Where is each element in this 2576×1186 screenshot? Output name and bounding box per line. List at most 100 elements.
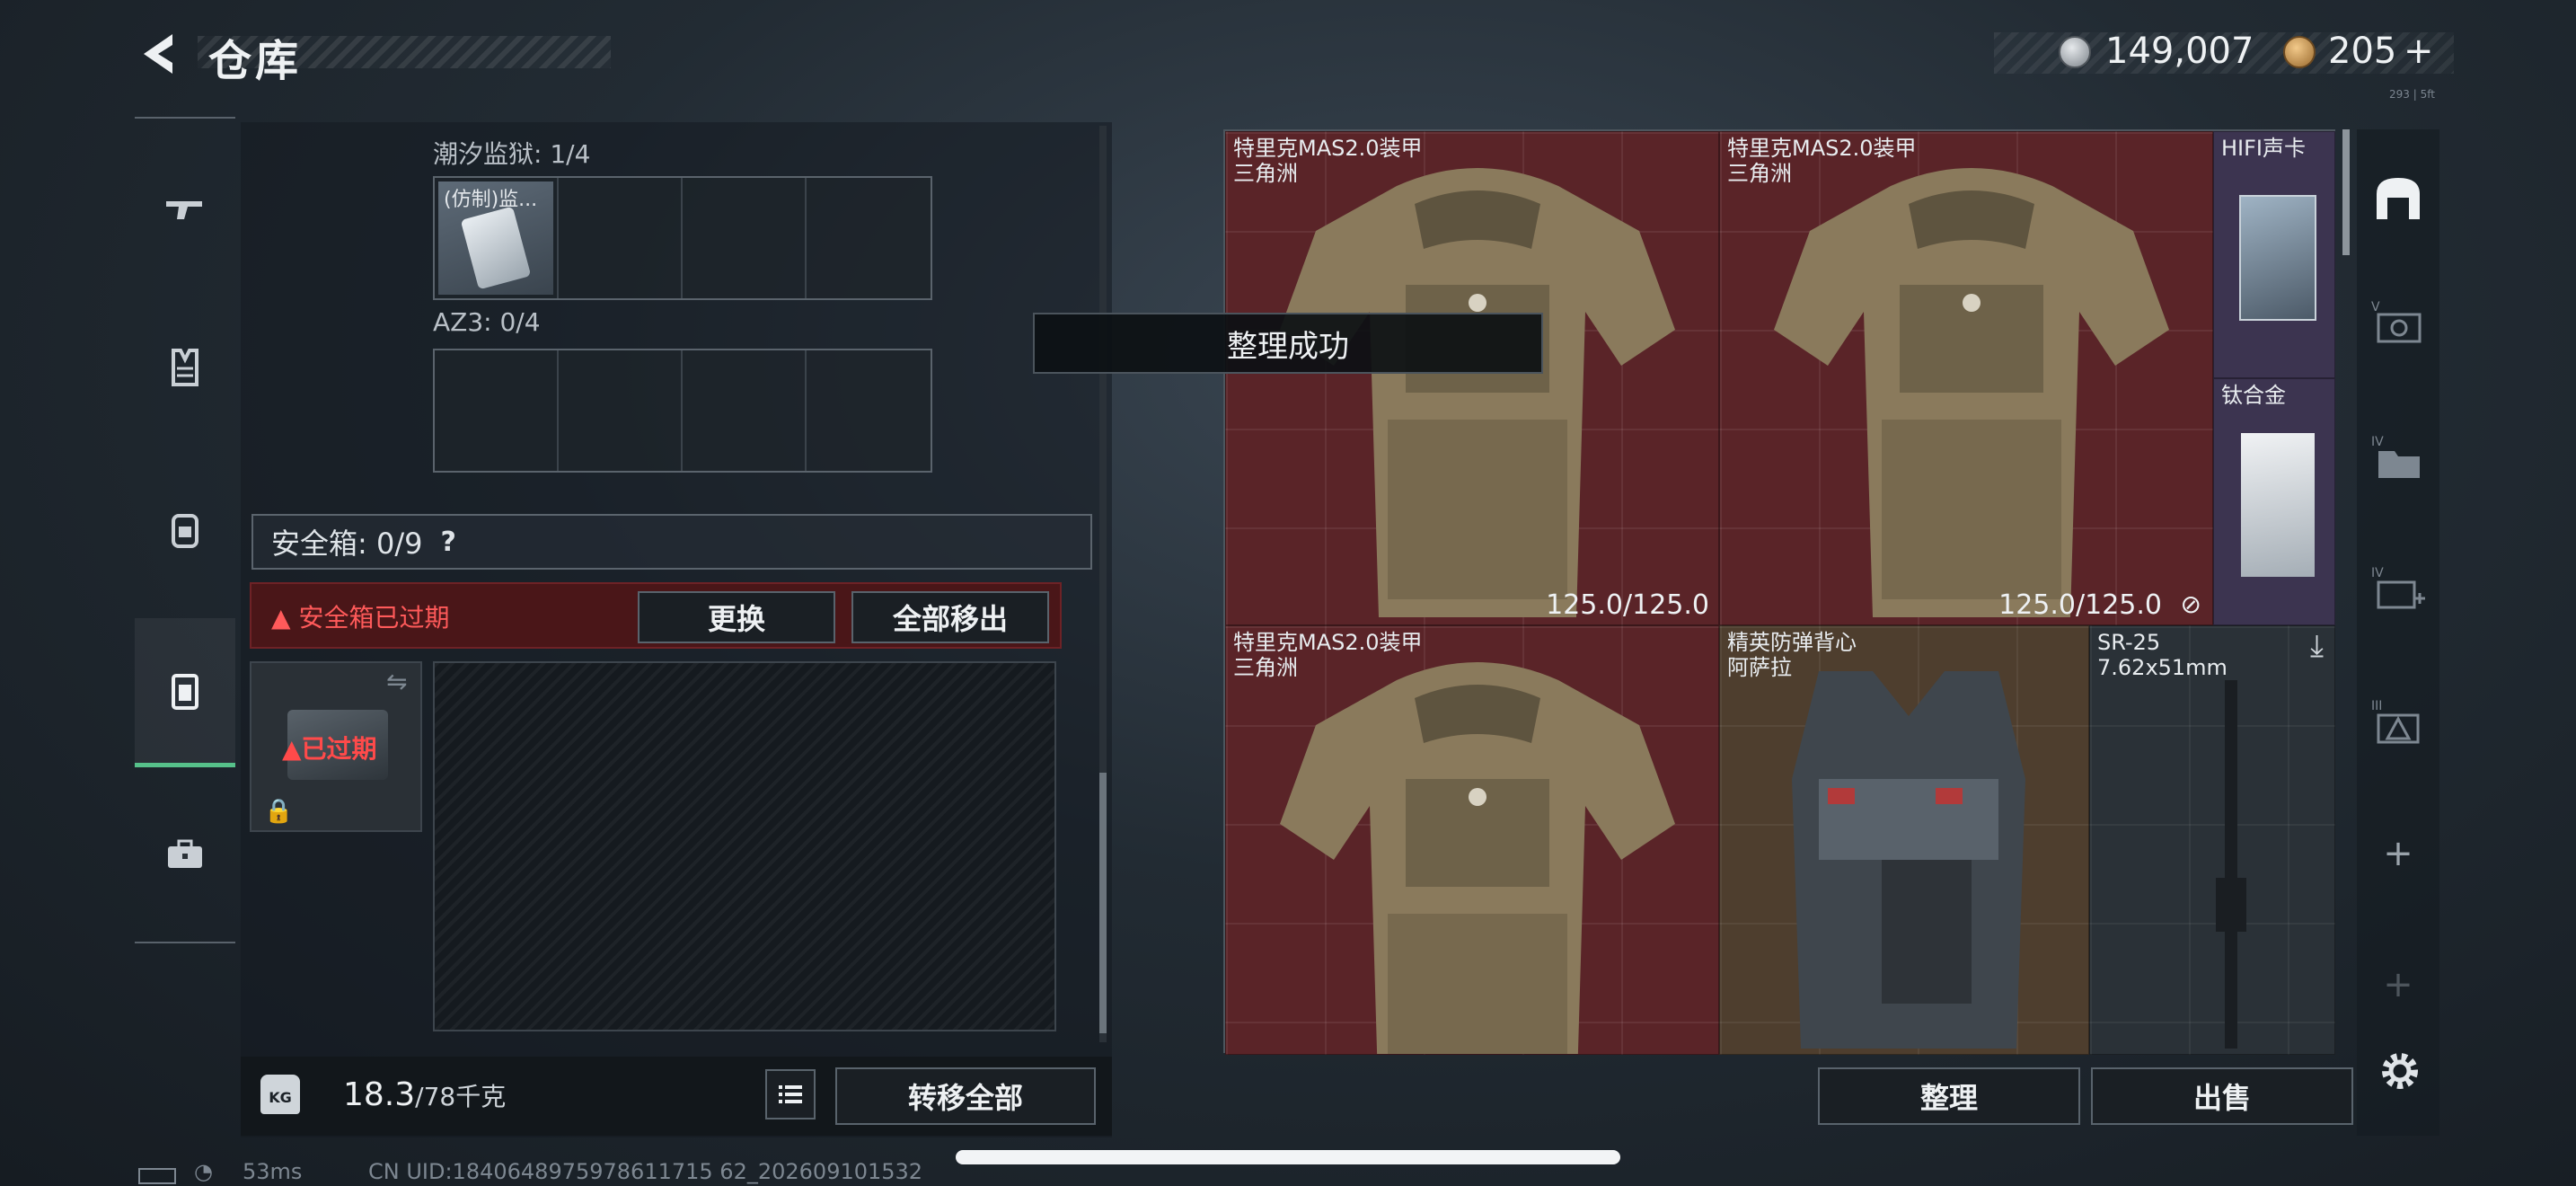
item-name: 特里克MAS2.0装甲 三角洲 xyxy=(1233,630,1423,680)
stash-item[interactable]: 特里克MAS2.0装甲 三角洲 125.0/125.0 xyxy=(1225,131,1719,625)
list-view-button[interactable] xyxy=(765,1069,816,1120)
container2-slot[interactable] xyxy=(807,350,931,471)
rail-item-iii-warning[interactable]: III xyxy=(2357,668,2439,776)
safe-box-thumbnail[interactable]: ⇋ ▲已过期 🔒 xyxy=(250,661,422,832)
weight-icon: KG xyxy=(260,1075,300,1114)
briefcase-icon xyxy=(168,839,202,868)
item-durability: 125.0/125.0 xyxy=(1998,589,2162,621)
backpack-icon xyxy=(172,514,198,548)
lock-icon: 🔒 xyxy=(264,798,294,825)
container2-slot[interactable] xyxy=(683,350,807,471)
vest-image xyxy=(1792,671,2025,1049)
item-name: 特里克MAS2.0装甲 三角洲 xyxy=(1233,136,1423,186)
safe-expired-label: ▲已过期 xyxy=(282,734,377,764)
stash-item[interactable]: 特里克MAS2.0装甲 三角洲 xyxy=(1225,625,1719,1055)
rail-item-backpack[interactable] xyxy=(135,480,235,579)
rail-item-briefcase[interactable] xyxy=(135,805,235,904)
expired-banner-text: 安全箱已过期 xyxy=(298,603,450,633)
warning-icon: ▲ xyxy=(271,603,291,633)
left-scrollbar-thumb[interactable] xyxy=(1099,773,1107,1033)
toast-message: 整理成功 xyxy=(1033,313,1543,374)
stash-item[interactable]: 钛合金 xyxy=(2213,378,2335,625)
safe-box-label: 安全箱: 0/9 xyxy=(271,527,423,561)
sound-card-image xyxy=(2239,195,2316,321)
iii-warning-icon: III xyxy=(2371,699,2420,744)
weight-value: 18.3 xyxy=(343,1076,416,1113)
rail-item-iv-camera[interactable]: V xyxy=(2357,270,2439,377)
rail-add-button-disabled: + xyxy=(2383,964,2413,1005)
help-icon[interactable]: ? xyxy=(440,527,455,558)
rail-item-iv-folder[interactable]: IV xyxy=(2357,404,2439,512)
container1-slot[interactable] xyxy=(807,178,931,298)
gold-currency-value: 205 xyxy=(2328,31,2397,72)
replace-button[interactable]: 更换 xyxy=(638,591,835,643)
vault-icon xyxy=(2377,178,2420,219)
safe-box-icon xyxy=(172,673,198,710)
weight-readout: 18.3/78千克 xyxy=(343,1076,506,1113)
iv-medical-icon: IV xyxy=(2371,566,2425,609)
top-small-text: 293 | 5ft xyxy=(2389,88,2435,101)
container1-label: 潮汐监狱: 1/4 xyxy=(433,139,591,169)
svg-text:III: III xyxy=(2371,699,2382,713)
transfer-all-button[interactable]: 转移全部 xyxy=(835,1067,1096,1125)
container2-grid xyxy=(433,349,932,473)
left-scrollbar-track[interactable] xyxy=(1099,126,1107,1042)
ping-text: 53ms xyxy=(243,1159,303,1184)
settings-gear-icon[interactable] xyxy=(2375,1046,2425,1096)
rail-add-button[interactable]: + xyxy=(2357,800,2439,907)
no-insure-icon: ⊘ xyxy=(2180,589,2201,619)
rail-item-iv-medical[interactable]: IV xyxy=(2357,535,2439,643)
iv-folder-icon: IV xyxy=(2371,435,2420,478)
item-label: (仿制)监... xyxy=(444,189,538,211)
back-icon[interactable] xyxy=(133,27,187,81)
sell-button[interactable]: 出售 xyxy=(2091,1067,2353,1125)
svg-text:IV: IV xyxy=(2371,566,2384,580)
titanium-image xyxy=(2241,433,2315,577)
organize-button[interactable]: 整理 xyxy=(1818,1067,2080,1125)
stash-item[interactable]: HIFI声卡 xyxy=(2213,131,2335,378)
gold-plus[interactable]: + xyxy=(2404,31,2434,72)
stash-item[interactable]: 精英防弹背心 阿萨拉 xyxy=(1719,625,2089,1055)
remove-all-button[interactable]: 全部移出 xyxy=(851,591,1049,643)
armor-image xyxy=(1280,168,1675,617)
item-name: SR-25 7.62x51mm xyxy=(2097,630,2228,680)
inventory-item[interactable]: (仿制)监... xyxy=(438,181,553,295)
container2-slot[interactable] xyxy=(435,350,559,471)
home-indicator[interactable] xyxy=(956,1150,1620,1164)
svg-text:IV: IV xyxy=(2371,435,2384,449)
silver-coin-icon xyxy=(2059,36,2091,68)
download-icon[interactable]: ⤓ xyxy=(2310,628,2324,664)
stash-item[interactable]: SR-25 7.62x51mm ⤓ xyxy=(2089,625,2335,1055)
safe-box-header: 安全箱: 0/9 ? xyxy=(251,514,1092,570)
stash-scrollbar[interactable] xyxy=(2342,129,2350,255)
gun-icon xyxy=(166,201,202,219)
rifle-grip-image xyxy=(2216,878,2246,932)
svg-text:V: V xyxy=(2371,300,2380,314)
container1-slot[interactable] xyxy=(559,178,683,298)
container1-slot[interactable] xyxy=(683,178,807,298)
expired-text: ▲ 安全箱已过期 xyxy=(271,598,449,634)
swap-icon[interactable]: ⇋ xyxy=(386,667,407,696)
gold-coin-icon xyxy=(2283,36,2316,68)
container1-grid: (仿制)监... xyxy=(433,176,932,300)
container2-slot[interactable] xyxy=(559,350,683,471)
list-icon xyxy=(779,1085,802,1103)
safe-box-grid xyxy=(433,661,1056,1031)
rail-item-weapon[interactable] xyxy=(135,160,235,259)
item-name: HIFI声卡 xyxy=(2221,136,2307,161)
item-name: 特里克MAS2.0装甲 三角洲 xyxy=(1727,136,1917,186)
iv-camera-icon: V xyxy=(2371,300,2422,343)
rifle-image xyxy=(2225,680,2237,1049)
page-title: 仓库 xyxy=(208,36,303,86)
stash-grid: 特里克MAS2.0装甲 三角洲 125.0/125.0 特里克MAS2.0装甲 三角… xyxy=(1223,129,2335,1055)
wifi-icon: ◔ xyxy=(194,1159,213,1184)
container1-slot[interactable]: (仿制)监... xyxy=(435,178,559,298)
rail-item-vest[interactable] xyxy=(135,318,235,417)
weight-max: /78千克 xyxy=(415,1082,507,1111)
container2-label: AZ3: 0/4 xyxy=(433,307,541,337)
rail-item-safe-box[interactable] xyxy=(135,618,235,767)
battery-icon xyxy=(138,1168,176,1184)
stash-item[interactable]: 特里克MAS2.0装甲 三角洲 125.0/125.0 ⊘ xyxy=(1719,131,2213,625)
rail-item-home-vault[interactable] xyxy=(2357,144,2439,252)
item-name: 精英防弹背心 阿萨拉 xyxy=(1727,630,1857,680)
